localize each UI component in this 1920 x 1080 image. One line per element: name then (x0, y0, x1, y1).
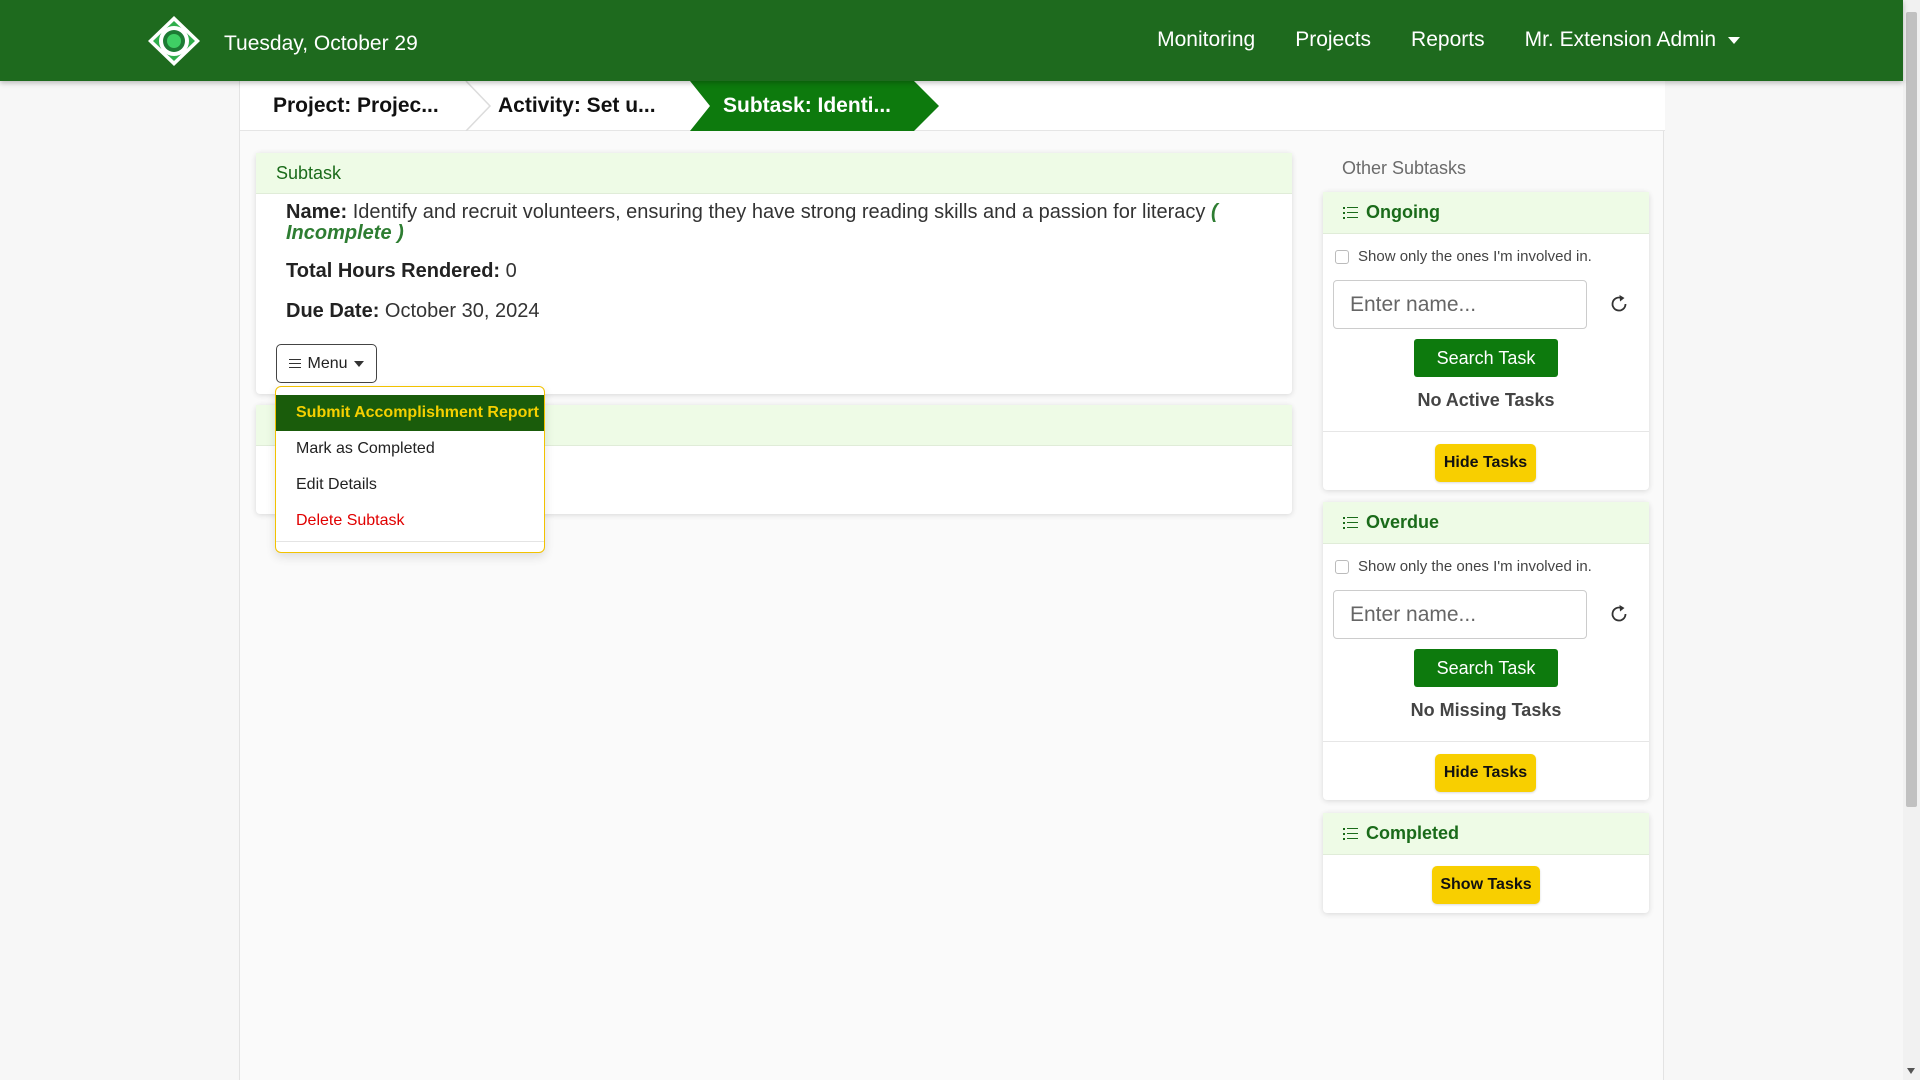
ongoing-involved-checkbox[interactable] (1335, 249, 1349, 264)
user-menu-toggle[interactable]: Mr. Extension Admin (1525, 28, 1740, 52)
nav-projects-link[interactable]: Projects (1295, 28, 1371, 52)
ongoing-panel: Ongoing Show only the ones I'm involved … (1323, 192, 1649, 490)
ongoing-involved-filter[interactable]: Show only the ones I'm involved in. (1335, 248, 1592, 265)
overdue-header: Overdue (1323, 502, 1649, 544)
menu-button-label: Menu (307, 354, 348, 372)
subtask-card: Subtask Name: Identify and recruit volun… (256, 153, 1292, 394)
breadcrumb-project[interactable]: Project: Projec... (273, 81, 439, 131)
total-hours-line: Total Hours Rendered: 0 (286, 260, 517, 283)
hours-value: 0 (505, 260, 517, 282)
completed-header-label: Completed (1366, 823, 1460, 843)
scroll-down-arrow-icon[interactable] (1907, 1068, 1915, 1074)
overdue-footer-divider (1323, 741, 1649, 742)
due-value: October 30, 2024 (384, 300, 540, 322)
subtask-card-header: Subtask (256, 153, 1292, 194)
chevron-down-icon (1728, 36, 1740, 44)
menu-item-edit-details[interactable]: Edit Details (276, 467, 544, 503)
caret-down-icon (353, 360, 364, 367)
breadcrumb-subtask[interactable]: Subtask: Identi... (690, 81, 940, 131)
hamburger-icon (289, 356, 302, 371)
name-label: Name: (286, 201, 348, 223)
menu-item-submit-report[interactable]: Submit Accomplishment Report (276, 395, 544, 431)
overdue-involved-filter[interactable]: Show only the ones I'm involved in. (1335, 558, 1592, 575)
completed-header: Completed (1323, 813, 1649, 855)
ongoing-involved-label: Show only the ones I'm involved in. (1358, 248, 1592, 265)
overdue-name-input[interactable] (1333, 590, 1587, 639)
completed-panel: Completed Show Tasks (1323, 813, 1649, 913)
ongoing-name-input[interactable] (1333, 280, 1587, 329)
scrollbar-thumb[interactable] (1906, 12, 1917, 807)
ongoing-header-label: Ongoing (1366, 202, 1440, 222)
list-icon (1343, 205, 1360, 221)
overdue-involved-checkbox[interactable] (1335, 559, 1349, 574)
ongoing-footer-divider (1323, 431, 1649, 432)
page-container: Project: Projec... Activity: Set u... Su… (239, 81, 1665, 1080)
ongoing-refresh-icon[interactable] (1608, 293, 1630, 315)
overdue-search-button[interactable]: Search Task (1414, 649, 1558, 687)
nav-monitoring-link[interactable]: Monitoring (1157, 28, 1255, 52)
completed-show-tasks-button[interactable]: Show Tasks (1432, 866, 1540, 904)
subtask-name: Identify and recruit volunteers, ensurin… (352, 201, 1206, 223)
menu-item-delete-subtask[interactable]: Delete Subtask (276, 503, 544, 539)
menu-button[interactable]: Menu (276, 344, 377, 383)
ongoing-search-button[interactable]: Search Task (1414, 339, 1558, 377)
main-nav: Monitoring Projects Reports Mr. Extensio… (1157, 28, 1740, 52)
breadcrumb-separator-icon (465, 81, 492, 131)
breadcrumb-activity[interactable]: Activity: Set u... (498, 81, 656, 131)
other-subtasks-title: Other Subtasks (1342, 158, 1467, 178)
app-logo[interactable] (146, 14, 202, 68)
overdue-panel: Overdue Show only the ones I'm involved … (1323, 502, 1649, 800)
top-navbar: Tuesday, October 29 Monitoring Projects … (0, 0, 1903, 81)
nav-reports-link[interactable]: Reports (1411, 28, 1485, 52)
breadcrumb-subtask-label: Subtask: Identi... (723, 94, 892, 117)
menu-item-mark-completed[interactable]: Mark as Completed (276, 431, 544, 467)
list-icon (1343, 826, 1360, 842)
breadcrumb: Project: Projec... Activity: Set u... Su… (240, 81, 1665, 131)
overdue-hide-tasks-button[interactable]: Hide Tasks (1435, 754, 1536, 792)
subtask-menu-dropdown: Submit Accomplishment Report Mark as Com… (275, 386, 545, 553)
due-label: Due Date: (286, 300, 380, 322)
list-icon (1343, 515, 1360, 531)
due-date-line: Due Date: October 30, 2024 (286, 300, 539, 323)
overdue-empty-message: No Missing Tasks (1410, 700, 1562, 720)
overdue-refresh-icon[interactable] (1608, 603, 1630, 625)
current-date: Tuesday, October 29 (224, 32, 418, 55)
subtask-name-line: Name: Identify and recruit volunteers, e… (286, 202, 1286, 244)
user-name: Mr. Extension Admin (1524, 28, 1716, 51)
ongoing-hide-tasks-button[interactable]: Hide Tasks (1435, 444, 1536, 482)
ongoing-header: Ongoing (1323, 192, 1649, 234)
hours-label: Total Hours Rendered: (286, 260, 501, 282)
overdue-header-label: Overdue (1366, 512, 1440, 532)
menu-divider (276, 541, 544, 542)
overdue-involved-label: Show only the ones I'm involved in. (1358, 558, 1592, 575)
ongoing-empty-message: No Active Tasks (1417, 390, 1555, 410)
page-scrollbar[interactable] (1903, 0, 1920, 1080)
